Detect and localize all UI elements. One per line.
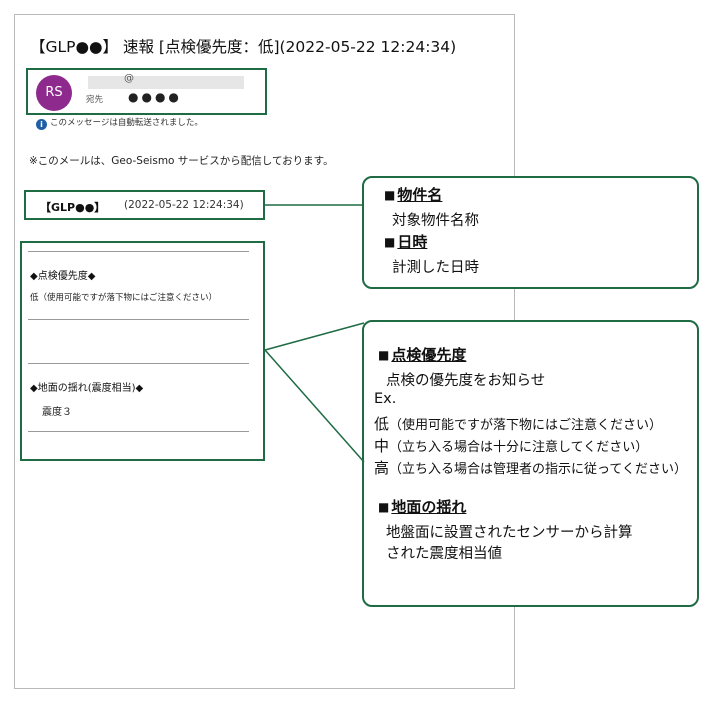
shaking-value: 震度３ bbox=[42, 407, 72, 418]
to-value: ●●●● bbox=[128, 90, 182, 104]
priority-label: ◆点検優先度◆ bbox=[30, 271, 96, 282]
divider bbox=[28, 251, 249, 252]
priority-value: 低（使用可能ですが落下物にはご注意ください） bbox=[30, 293, 218, 303]
divider bbox=[28, 431, 249, 432]
desc-property-name: 対象物件名称 bbox=[392, 213, 479, 229]
desc-ground-shaking-1: 地盤面に設置されたセンサーから計算 bbox=[386, 525, 633, 541]
desc-ground-shaking-2: された震度相当値 bbox=[386, 546, 502, 562]
desc-datetime: 計測した日時 bbox=[392, 260, 479, 276]
example-low: 低（使用可能ですが落下物にはご注意ください） bbox=[374, 415, 663, 433]
sender-email-redacted bbox=[88, 76, 244, 89]
avatar: RS bbox=[36, 75, 72, 111]
to-label: 宛先 bbox=[86, 95, 104, 105]
example-medium: 中（立ち入る場合は十分に注意してください） bbox=[374, 437, 649, 455]
sender-email-at: @ bbox=[124, 73, 134, 84]
forward-note-text: このメッセージは自動転送されました。 bbox=[50, 118, 203, 128]
measured-datetime: (2022-05-22 12:24:34) bbox=[124, 199, 244, 211]
divider bbox=[28, 363, 249, 364]
forward-note: i このメッセージは自動転送されました。 bbox=[36, 116, 203, 130]
body-highlight-box: ◆点検優先度◆ 低（使用可能ですが落下物にはご注意ください） ◆地面の揺れ(震度… bbox=[20, 241, 265, 461]
heading-ground-shaking: ■ 地面の揺れ bbox=[378, 498, 467, 516]
email-subject: 【GLP●●】 速報 [点検優先度：低](2022-05-22 12:24:34… bbox=[30, 38, 457, 56]
heading-property-name: ■ 物件名 bbox=[384, 186, 443, 204]
property-name: 【GLP●●】 bbox=[40, 201, 106, 214]
divider bbox=[28, 319, 249, 320]
title-highlight-box: 【GLP●●】 (2022-05-22 12:24:34) bbox=[24, 190, 265, 220]
delivery-note: ※このメールは、Geo-Seismo サービスから配信しております。 bbox=[29, 155, 334, 167]
callout-property-datetime: ■ 物件名 対象物件名称 ■ 日時 計測した日時 bbox=[362, 176, 699, 289]
callout-priority-shaking: ■ 点検優先度 点検の優先度をお知らせ Ex. 低（使用可能ですが落下物にはご注意… bbox=[362, 320, 699, 607]
example-high: 高（立ち入る場合は管理者の指示に従ってください） bbox=[374, 459, 687, 477]
info-icon: i bbox=[36, 119, 47, 130]
shaking-label: ◆地面の揺れ(震度相当)◆ bbox=[30, 383, 144, 394]
desc-priority: 点検の優先度をお知らせ bbox=[386, 373, 546, 389]
heading-datetime: ■ 日時 bbox=[384, 233, 428, 251]
heading-priority: ■ 点検優先度 bbox=[378, 346, 467, 364]
ex-label: Ex. bbox=[374, 391, 397, 407]
sender-highlight-box: RS @ 宛先 ●●●● bbox=[26, 68, 267, 115]
